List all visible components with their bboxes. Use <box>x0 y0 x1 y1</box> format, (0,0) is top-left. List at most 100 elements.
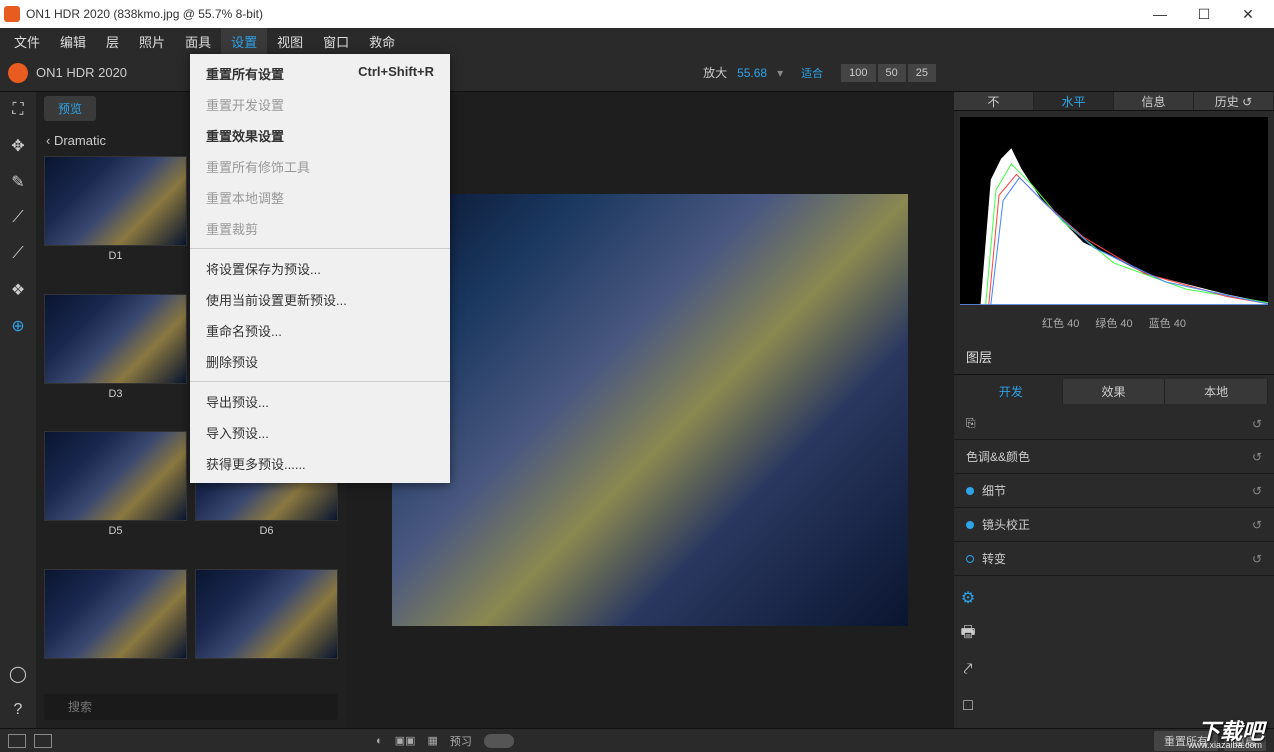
dropdown-item-8[interactable]: 使用当前设置更新预设... <box>190 284 450 315</box>
sub-tab-2[interactable]: 本地 <box>1165 379 1268 404</box>
zoom-value[interactable]: 55.68 <box>737 66 767 80</box>
menu-item-3[interactable]: 照片 <box>129 28 175 55</box>
menu-item-6[interactable]: 视图 <box>267 28 313 55</box>
dropdown-item-9[interactable]: 重命名预设... <box>190 315 450 346</box>
preset-thumbnail[interactable] <box>44 431 187 521</box>
left-toolbar: ⛶ ✥ ✎ ⟋ ⟋ ❖ ⊕ ◯ ? <box>0 92 36 728</box>
compare-icon[interactable]: ▣▣ <box>395 734 416 747</box>
preset-search-input[interactable] <box>44 694 338 720</box>
bullet-icon <box>966 555 974 563</box>
panel-row-2[interactable]: 细节↺ <box>954 474 1274 508</box>
effects-tool-icon[interactable]: ❖ <box>8 280 28 300</box>
zoom-fit-button[interactable]: 适合 <box>793 62 831 84</box>
bullet-icon <box>966 487 974 495</box>
bottombar: ◐ ▣▣ ▦ 预习 重置所有 重启 <box>0 728 1274 752</box>
dropdown-item-0[interactable]: 重置所有设置Ctrl+Shift+R <box>190 58 450 89</box>
dropdown-item-10[interactable]: 删除预设 <box>190 346 450 377</box>
close-button[interactable]: ✕ <box>1226 0 1270 28</box>
zoom-level-50[interactable]: 50 <box>878 64 906 82</box>
minimize-button[interactable]: — <box>1138 0 1182 28</box>
print-icon[interactable]: 🖶 <box>958 624 978 644</box>
window-titlebar: ON1 HDR 2020 (838kmo.jpg @ 55.7% 8-bit) … <box>0 0 1274 28</box>
preset-item-6[interactable] <box>44 569 187 687</box>
help-icon[interactable]: ? <box>8 700 28 720</box>
right-tab-0[interactable]: 不 <box>954 92 1034 110</box>
preset-label: D1 <box>44 250 187 262</box>
preset-item-7[interactable] <box>195 569 338 687</box>
right-tab-3[interactable]: 历史 ↺ <box>1194 92 1274 110</box>
panel-row-1[interactable]: 色调&&颜色↺ <box>954 440 1274 474</box>
preset-label: D5 <box>44 525 187 537</box>
layers-header: 图层 <box>954 339 1274 375</box>
heal-tool-icon[interactable]: ⟋ <box>8 208 28 228</box>
bullet-icon <box>966 521 974 529</box>
share-icon[interactable]: ⤤ <box>958 660 978 680</box>
right-tab-1[interactable]: 水平 <box>1034 92 1114 110</box>
panel-row-3[interactable]: 镜头校正↺ <box>954 508 1274 542</box>
view-mode-2-icon[interactable] <box>34 734 52 748</box>
preset-tab-preview[interactable]: 预览 <box>44 96 96 121</box>
dropdown-item-5: 重置裁剪 <box>190 213 450 244</box>
menu-item-2[interactable]: 层 <box>96 28 129 55</box>
right-panel: 不水平信息历史 ↺ 红色 40 绿色 40 蓝色 40 图层 开发效果本地 ⎘↺… <box>954 92 1274 728</box>
zoom-level-25[interactable]: 25 <box>908 64 936 82</box>
crop-tool-icon[interactable]: ⛶ <box>8 100 28 120</box>
preset-thumbnail[interactable] <box>44 156 187 246</box>
menu-item-8[interactable]: 救命 <box>359 28 405 55</box>
reset-row-icon[interactable]: ↺ <box>1252 552 1262 566</box>
move-tool-icon[interactable]: ✥ <box>8 136 28 156</box>
histogram-blue-label: 蓝色 40 <box>1149 315 1186 331</box>
watermark-url: www.xiazaiba.com <box>1188 740 1262 750</box>
reset-row-icon[interactable]: ↺ <box>1252 518 1262 532</box>
panel-row-4[interactable]: 转变↺ <box>954 542 1274 576</box>
histogram-red-label: 红色 40 <box>1042 315 1079 331</box>
zoom-label: 放大 <box>703 64 727 81</box>
dropdown-item-3: 重置所有修饰工具 <box>190 151 450 182</box>
zoom-dropdown-icon[interactable]: ▾ <box>777 66 783 80</box>
zoom-tool-icon[interactable]: ⊕ <box>8 316 28 336</box>
view-mode-1-icon[interactable] <box>8 734 26 748</box>
settings-dropdown: 重置所有设置Ctrl+Shift+R重置开发设置重置效果设置重置所有修饰工具重置… <box>190 54 450 483</box>
preset-item-D1[interactable]: D1 <box>44 156 187 286</box>
dropdown-item-13[interactable]: 导入预设... <box>190 417 450 448</box>
right-tab-2[interactable]: 信息 <box>1114 92 1194 110</box>
settings-icon[interactable]: ⚙ <box>958 588 978 608</box>
reset-row-icon[interactable]: ↺ <box>1252 484 1262 498</box>
dropdown-item-7[interactable]: 将设置保存为预设... <box>190 253 450 284</box>
menu-item-0[interactable]: 文件 <box>4 28 50 55</box>
menu-item-4[interactable]: 面具 <box>175 28 221 55</box>
dropdown-item-14[interactable]: 获得更多预设...... <box>190 448 450 479</box>
mask-icon[interactable]: ▦ <box>428 734 438 747</box>
user-icon[interactable]: ◯ <box>8 664 28 684</box>
brush-tool-icon[interactable]: ✎ <box>8 172 28 192</box>
preset-thumbnail[interactable] <box>195 569 338 659</box>
export-icon[interactable]: □ <box>958 696 978 716</box>
sub-tab-0[interactable]: 开发 <box>960 379 1063 404</box>
preset-item-D5[interactable]: D5 <box>44 431 187 561</box>
dropdown-item-12[interactable]: 导出预设... <box>190 386 450 417</box>
panel-row-0[interactable]: ⎘↺ <box>954 408 1274 440</box>
softproof-icon[interactable]: ◐ <box>376 735 383 747</box>
dropdown-item-4: 重置本地调整 <box>190 182 450 213</box>
menu-item-7[interactable]: 窗口 <box>313 28 359 55</box>
histogram <box>960 117 1268 305</box>
clone-tool-icon[interactable]: ⟋ <box>8 244 28 264</box>
canvas-image[interactable] <box>392 194 909 626</box>
histogram-green-label: 绿色 40 <box>1095 315 1132 331</box>
preview-switch[interactable] <box>484 734 514 748</box>
dropdown-item-2[interactable]: 重置效果设置 <box>190 120 450 151</box>
preset-item-D3[interactable]: D3 <box>44 294 187 424</box>
reset-row-icon[interactable]: ↺ <box>1252 417 1262 431</box>
preset-thumbnail[interactable] <box>44 294 187 384</box>
menu-item-5[interactable]: 设置 <box>221 28 267 55</box>
toolbar-app-name: ON1 HDR 2020 <box>36 65 127 80</box>
dropdown-item-1: 重置开发设置 <box>190 89 450 120</box>
reset-row-icon[interactable]: ↺ <box>1252 450 1262 464</box>
zoom-level-100[interactable]: 100 <box>841 64 875 82</box>
menu-item-1[interactable]: 编辑 <box>50 28 96 55</box>
window-title: ON1 HDR 2020 (838kmo.jpg @ 55.7% 8-bit) <box>26 7 1138 21</box>
preset-thumbnail[interactable] <box>44 569 187 659</box>
sub-tab-1[interactable]: 效果 <box>1063 379 1166 404</box>
preview-toggle[interactable]: 预习 <box>450 733 472 749</box>
maximize-button[interactable]: ☐ <box>1182 0 1226 28</box>
